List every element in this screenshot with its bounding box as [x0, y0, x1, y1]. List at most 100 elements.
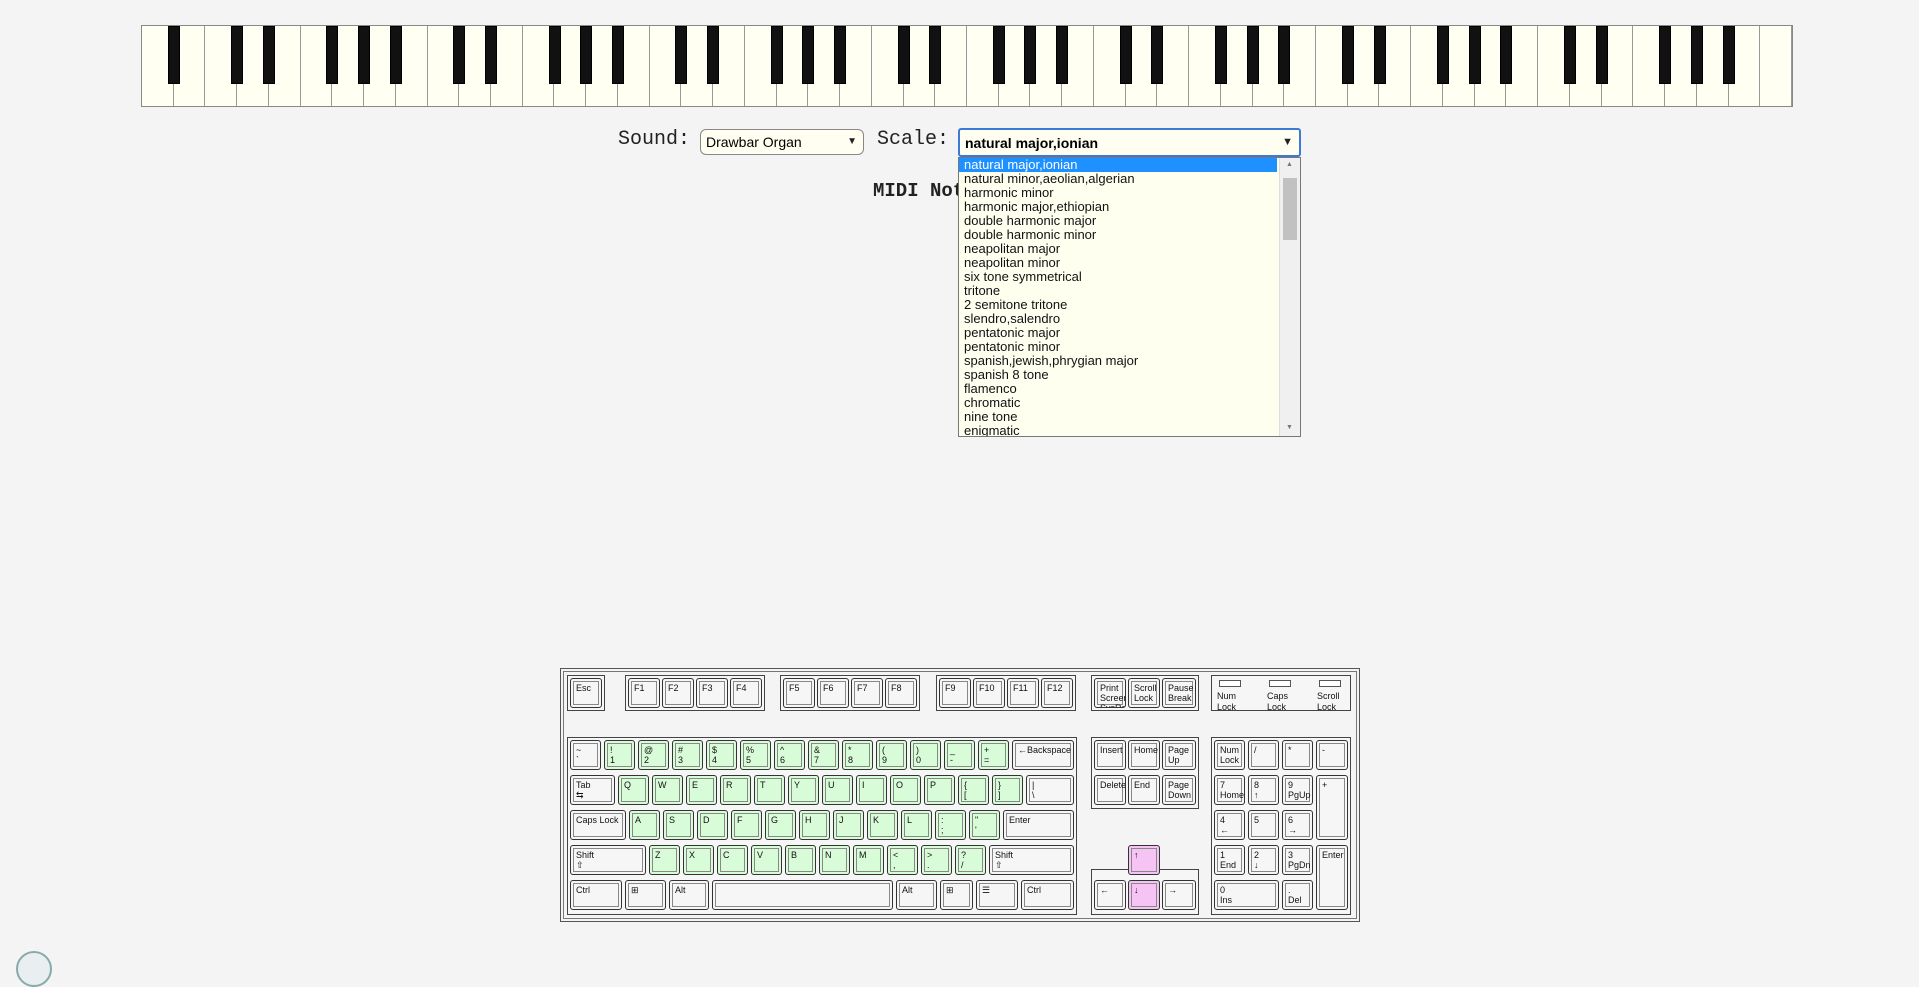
menu-icon[interactable]: ☰ — [976, 880, 1018, 910]
piano-black-key[interactable] — [1436, 26, 1449, 84]
scale-option[interactable]: 2 semitone tritone — [959, 298, 1277, 312]
key-numpad-4[interactable]: 4 ← — [1214, 810, 1245, 840]
key-row4[interactable]: ? / — [955, 845, 986, 875]
key-row2[interactable]: R — [720, 775, 751, 805]
key-numpad-0[interactable]: 0 Ins — [1214, 880, 1279, 910]
key-row1[interactable]: ^ 6 — [774, 740, 805, 770]
key-caps-lock[interactable]: Caps Lock — [570, 810, 626, 840]
piano-black-key[interactable] — [1056, 26, 1069, 84]
key-home[interactable]: Home — [1128, 740, 1160, 770]
piano-black-key[interactable] — [1595, 26, 1608, 84]
key-row1[interactable]: & 7 — [808, 740, 839, 770]
scale-dropdown-list[interactable]: natural major,ionian natural minor,aeolia… — [958, 157, 1301, 437]
piano-black-key[interactable] — [389, 26, 402, 84]
key-page-down[interactable]: Page Down — [1162, 775, 1196, 805]
key-row1[interactable]: ) 0 — [910, 740, 941, 770]
piano-black-key[interactable] — [453, 26, 466, 84]
key-row3[interactable]: K — [867, 810, 898, 840]
key-f8[interactable]: F8 — [885, 678, 917, 708]
key-f2[interactable]: F2 — [662, 678, 694, 708]
piano-black-key[interactable] — [1722, 26, 1735, 84]
piano-black-key[interactable] — [802, 26, 815, 84]
key-row1[interactable]: @ 2 — [638, 740, 669, 770]
scale-option[interactable]: neapolitan major — [959, 242, 1277, 256]
key-row4[interactable]: C — [717, 845, 748, 875]
key-row1[interactable]: + = — [978, 740, 1009, 770]
key-f12[interactable]: F12 — [1041, 678, 1073, 708]
key-num-lock[interactable]: Num Lock — [1214, 740, 1245, 770]
key-numpad-decimal[interactable]: . Del — [1282, 880, 1313, 910]
key-space[interactable] — [712, 880, 893, 910]
piano-black-key[interactable] — [1278, 26, 1291, 84]
key-f1[interactable]: F1 — [628, 678, 660, 708]
key-numpad-6[interactable]: 6 → — [1282, 810, 1313, 840]
key-row1[interactable]: $ 4 — [706, 740, 737, 770]
key-row3[interactable]: L — [901, 810, 932, 840]
piano-black-key[interactable] — [1659, 26, 1672, 84]
piano-black-key[interactable] — [1119, 26, 1132, 84]
key-row3[interactable]: F — [731, 810, 762, 840]
key-row3[interactable]: D — [697, 810, 728, 840]
key-f9[interactable]: F9 — [939, 678, 971, 708]
key-f11[interactable]: F11 — [1007, 678, 1039, 708]
scale-option[interactable]: natural minor,aeolian,algerian — [959, 172, 1277, 186]
piano-black-key[interactable] — [548, 26, 561, 84]
key-row2[interactable]: { [ — [958, 775, 989, 805]
key-up-arrow[interactable]: ↑ — [1128, 845, 1160, 875]
scale-option[interactable]: enigmatic — [959, 424, 1277, 437]
key-numpad-divide[interactable]: / — [1248, 740, 1279, 770]
key-numpad-2[interactable]: 2 ↓ — [1248, 845, 1279, 875]
key-delete[interactable]: Delete — [1094, 775, 1126, 805]
key-left-arrow[interactable]: ← — [1094, 880, 1126, 910]
scale-option[interactable]: pentatonic major — [959, 326, 1277, 340]
piano-black-key[interactable] — [326, 26, 339, 84]
key-numpad-7[interactable]: 7 Home — [1214, 775, 1245, 805]
key-row4[interactable]: X — [683, 845, 714, 875]
key-insert[interactable]: Insert — [1094, 740, 1126, 770]
key-f5[interactable]: F5 — [783, 678, 815, 708]
key-row2[interactable]: U — [822, 775, 853, 805]
key-f7[interactable]: F7 — [851, 678, 883, 708]
key-row3[interactable]: : ; — [935, 810, 966, 840]
piano-black-key[interactable] — [834, 26, 847, 84]
key-row4[interactable]: V — [751, 845, 782, 875]
windows-icon[interactable]: ⊞ — [625, 880, 666, 910]
piano-black-key[interactable] — [1500, 26, 1513, 84]
key-numpad-plus[interactable]: + — [1316, 775, 1348, 840]
piano-black-key[interactable] — [707, 26, 720, 84]
key-row2[interactable]: O — [890, 775, 921, 805]
key-row3[interactable]: J — [833, 810, 864, 840]
key-enter[interactable]: Enter — [1003, 810, 1074, 840]
key-right-shift[interactable]: Shift ⇧ — [989, 845, 1074, 875]
key-row2[interactable]: Y — [788, 775, 819, 805]
scale-option[interactable]: tritone — [959, 284, 1277, 298]
key-backspace[interactable]: ←Backspace — [1012, 740, 1074, 770]
piano-black-key[interactable] — [1373, 26, 1386, 84]
key-row3[interactable]: A — [629, 810, 660, 840]
piano-black-key[interactable] — [167, 26, 180, 84]
piano-black-key[interactable] — [485, 26, 498, 84]
scrollbar-thumb[interactable] — [1283, 178, 1297, 240]
key-row3[interactable]: H — [799, 810, 830, 840]
scale-option[interactable]: neapolitan minor — [959, 256, 1277, 270]
key-row2[interactable]: Q — [618, 775, 649, 805]
scale-option[interactable]: pentatonic minor — [959, 340, 1277, 354]
key-row2[interactable]: P — [924, 775, 955, 805]
key-numpad-1[interactable]: 1 End — [1214, 845, 1245, 875]
scale-option[interactable]: natural major,ionian — [959, 158, 1277, 172]
key-numpad-9[interactable]: 9 PgUp — [1282, 775, 1313, 805]
sound-select[interactable]: Drawbar Organ ▼ — [700, 129, 864, 155]
scale-option[interactable]: nine tone — [959, 410, 1277, 424]
scale-option[interactable]: slendro,salendro — [959, 312, 1277, 326]
scale-select[interactable]: natural major,ionian ▼ — [958, 128, 1301, 157]
key-row3[interactable]: S — [663, 810, 694, 840]
piano-black-key[interactable] — [580, 26, 593, 84]
key-row4[interactable]: > . — [921, 845, 952, 875]
key-page-up[interactable]: Page Up — [1162, 740, 1196, 770]
key-numpad-multiply[interactable]: * — [1282, 740, 1313, 770]
piano-black-key[interactable] — [358, 26, 371, 84]
piano-white-key[interactable] — [1760, 26, 1792, 106]
key-right-alt[interactable]: Alt — [896, 880, 937, 910]
key-numpad-8[interactable]: 8 ↑ — [1248, 775, 1279, 805]
scrollbar[interactable]: ▲ ▼ — [1279, 158, 1300, 436]
